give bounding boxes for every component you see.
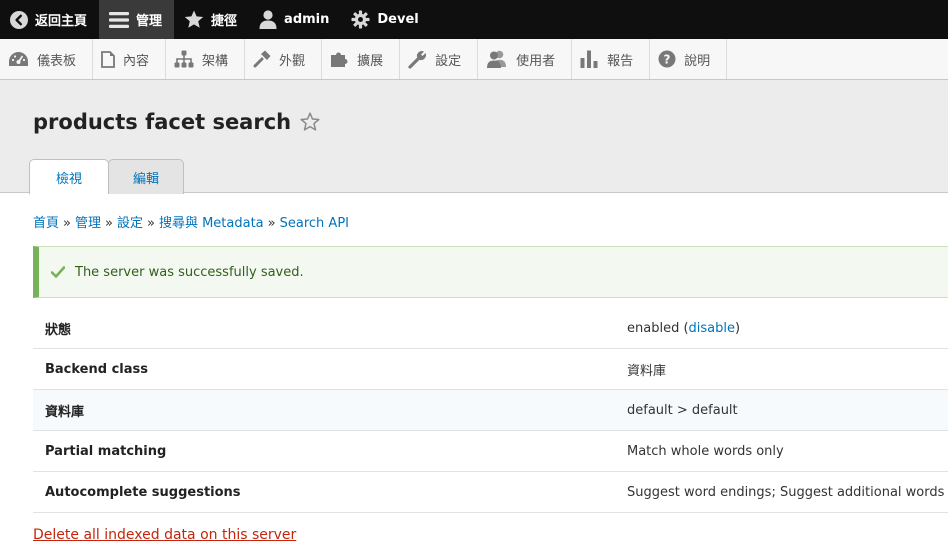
tray-item-extend[interactable]: 擴展 [322,39,401,79]
breadcrumb-search-api[interactable]: Search API [280,216,349,231]
status-message: The server was successfully saved. [33,246,948,298]
row-value: 資料庫 [627,363,667,379]
tray-item-label: 內容 [123,53,150,69]
user-icon [259,10,277,29]
breadcrumb-separator: » [63,216,71,231]
tab-edit[interactable]: 編輯 [108,159,184,194]
back-label: 返回主頁 [35,14,88,29]
tray-item-structure[interactable]: 架構 [166,39,246,79]
back-arrow-icon [10,10,28,29]
row-value: Match whole words only [627,443,784,459]
table-row: 資料庫 default > default [33,390,948,431]
row-label: Autocomplete suggestions [45,484,241,500]
tray-item-people[interactable]: 使用者 [478,39,573,79]
row-label: 資料庫 [45,404,85,420]
hamburger-icon [109,11,130,28]
admin-toolbar: 返回主頁 管理 捷徑 admin Devel [0,0,948,39]
breadcrumb-separator: » [105,216,113,231]
tray-item-label: 架構 [202,53,229,69]
star-icon [184,10,204,28]
tray-item-help[interactable]: ? 說明 [650,39,728,79]
delete-all-indexed-data-link[interactable]: Delete all indexed data on this server [33,527,296,543]
disable-link[interactable]: disable [689,321,735,336]
gear-icon [351,10,370,29]
shortcuts-toggle[interactable]: 捷徑 [174,0,249,39]
shortcut-star-icon[interactable] [300,112,320,132]
tray-item-label: 使用者 [516,53,556,69]
tray-item-content[interactable]: 內容 [93,39,167,79]
svg-text:?: ? [664,53,671,67]
table-row: 狀態 enabled (disable) [33,308,948,349]
tab-view[interactable]: 檢視 [29,159,109,194]
help-icon: ? [658,50,676,68]
breadcrumb: 首頁» 管理» 設定» 搜尋與 Metadata» Search API [33,212,349,231]
tray-item-label: 儀表板 [37,53,77,69]
breadcrumb-separator: » [267,216,276,231]
page-title: products facet search [33,110,320,134]
row-label: Partial matching [45,443,167,459]
breadcrumb-separator: » [146,216,155,231]
tray-item-appearance[interactable]: 外觀 [245,39,323,79]
status-value-prefix: enabled ( [627,320,689,336]
tray-item-dashboard[interactable]: 儀表板 [0,39,94,79]
tray-item-label: 擴展 [357,53,384,69]
row-label: 狀態 [45,322,72,338]
wrench-icon [408,50,427,69]
devel-toggle[interactable]: Devel [341,0,430,39]
server-details-table: 狀態 enabled (disable) Backend class 資料庫 資… [33,308,948,513]
tray-item-label: 設定 [435,53,462,69]
table-row: Autocomplete suggestions Suggest word en… [33,472,948,513]
user-label: admin [284,12,330,27]
row-value: enabled (disable) [627,321,740,336]
table-row: Backend class 資料庫 [33,349,948,390]
status-value-suffix: ) [735,320,741,336]
breadcrumb-config[interactable]: 設定 [117,216,143,231]
dashboard-icon [9,52,28,66]
breadcrumb-admin[interactable]: 管理 [75,216,101,231]
extend-icon [331,52,348,67]
user-toggle[interactable]: admin [249,0,341,39]
tray-item-reports[interactable]: 報告 [572,39,651,79]
row-value: Suggest word endings; Suggest additional… [627,484,945,500]
content-icon [101,50,115,68]
status-message-text: The server was successfully saved. [75,264,304,280]
tray-item-label: 報告 [607,53,634,69]
table-row: Partial matching Match whole words only [33,431,948,472]
breadcrumb-search-metadata[interactable]: 搜尋與 Metadata [159,216,264,231]
reports-icon [580,50,598,68]
shortcuts-label: 捷徑 [211,14,238,29]
tray-item-label: 說明 [684,53,711,69]
row-value: default > default [627,402,738,418]
primary-tabs: 檢視 編輯 [29,159,184,194]
tray-item-config[interactable]: 設定 [400,39,479,79]
manage-toggle[interactable]: 管理 [99,0,175,39]
checkmark-icon [51,266,65,278]
page-title-text: products facet search [33,110,292,134]
appearance-icon [253,50,271,68]
devel-label: Devel [377,12,419,27]
row-label: Backend class [45,361,148,377]
back-to-site-link[interactable]: 返回主頁 [0,0,99,39]
structure-icon [174,50,194,68]
breadcrumb-home[interactable]: 首頁 [33,216,59,231]
admin-tray: 儀表板 內容 架構 外觀 擴展 設定 使用者 報告 ? 說明 [0,39,948,80]
manage-label: 管理 [136,14,163,29]
tray-item-label: 外觀 [279,53,306,69]
people-icon [487,50,507,68]
